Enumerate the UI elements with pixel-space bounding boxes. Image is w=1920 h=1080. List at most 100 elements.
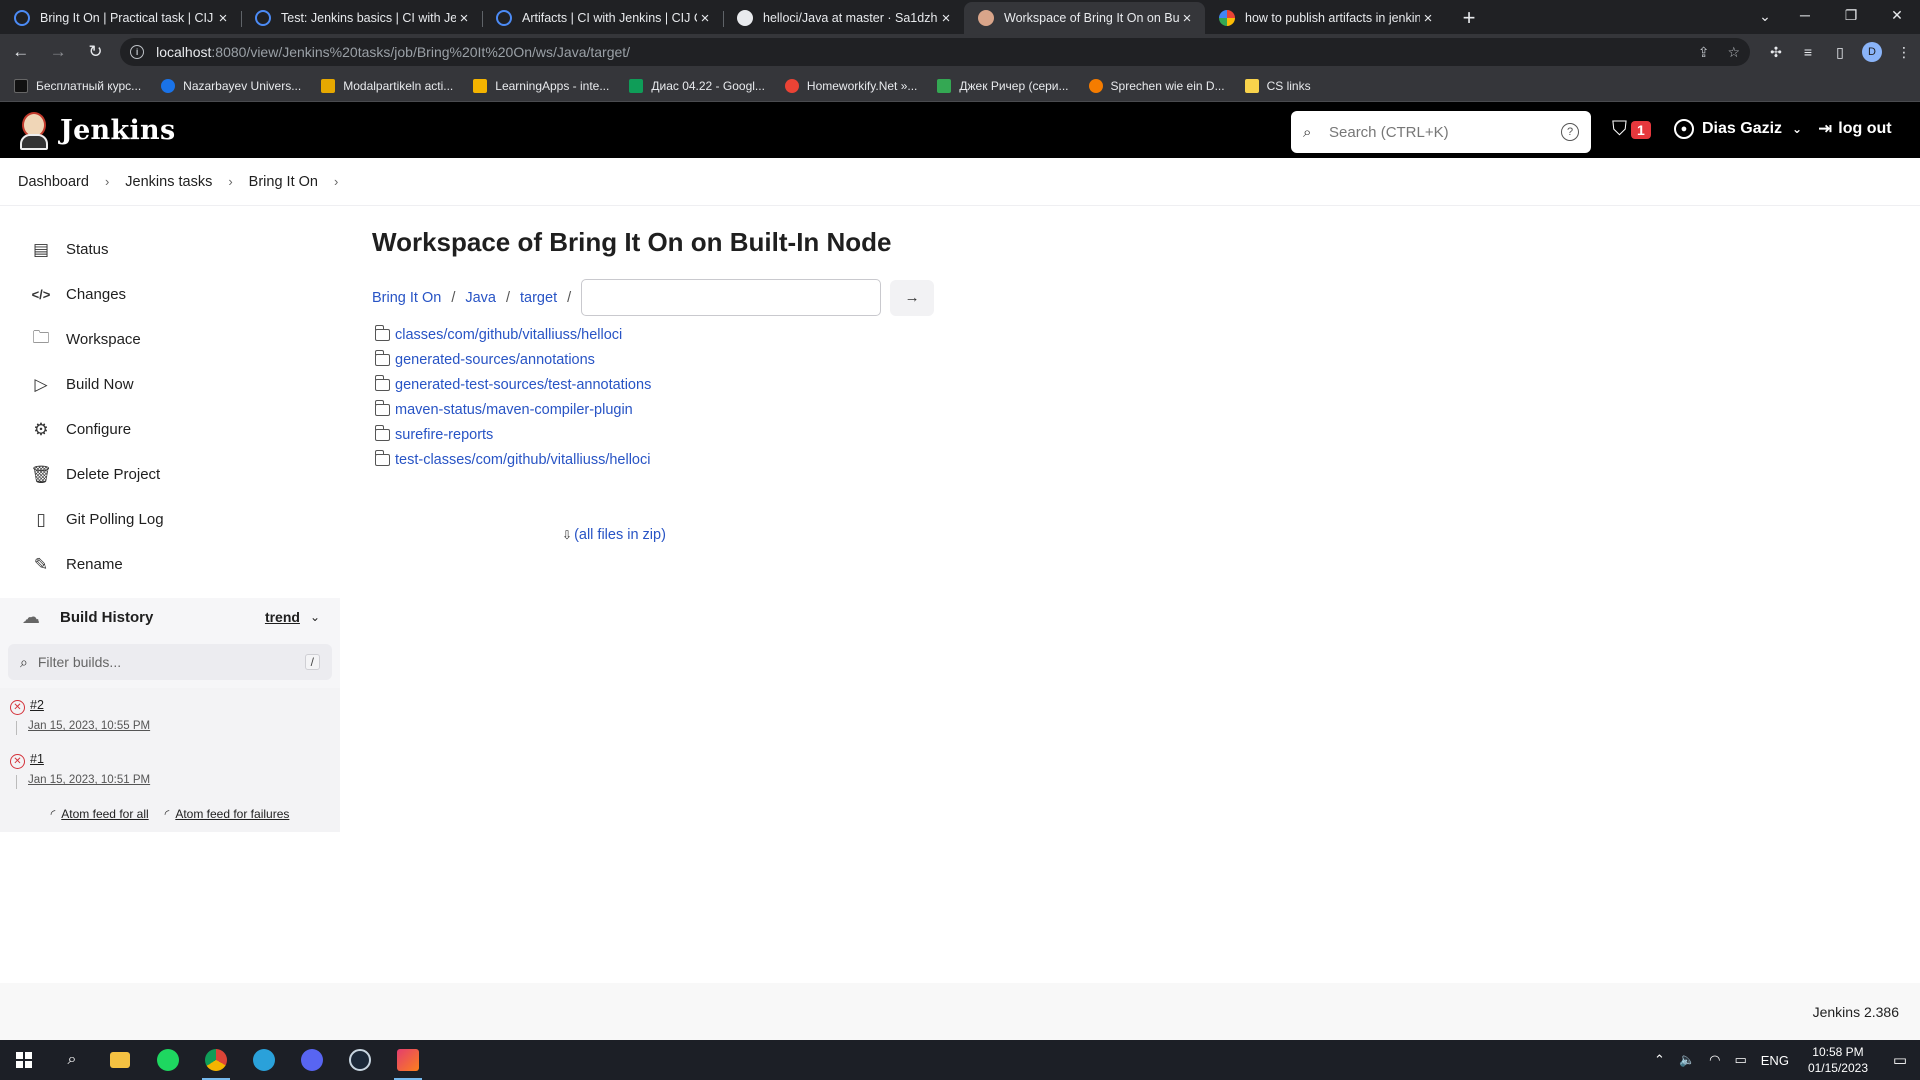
breadcrumb-bring-it-on[interactable]: Bring It On [249, 174, 318, 190]
share-icon[interactable]: ⇪ [1698, 44, 1710, 61]
sidebar-item-delete-project[interactable]: 🗑 Delete Project [30, 452, 330, 497]
close-window-icon[interactable]: ✕ [1874, 0, 1920, 30]
atom-feed-failures[interactable]: ◜ Atom feed for failures [165, 807, 290, 821]
browser-tab[interactable]: Test: Jenkins basics | CI with Jenk × [241, 2, 482, 34]
taskbar-app-spotify[interactable] [144, 1040, 192, 1080]
back-arrow-icon[interactable]: ← [4, 37, 37, 67]
bookmark-folder[interactable]: CS links [1244, 78, 1311, 93]
bookmark-item[interactable]: Бесплатный курс... [14, 78, 141, 93]
close-tab-icon[interactable]: × [456, 10, 472, 27]
search-input[interactable] [1329, 123, 1561, 141]
security-monitor[interactable]: ⛉ 1 [1612, 118, 1651, 141]
reload-icon[interactable]: ↻ [79, 37, 112, 67]
tab-search-chevron-icon[interactable]: ⌄ [1750, 4, 1780, 28]
language-indicator[interactable]: ENG [1761, 1053, 1789, 1068]
restore-icon[interactable]: ❐ [1828, 0, 1874, 30]
browser-tab[interactable]: how to publish artifacts in jenkins × [1205, 2, 1446, 34]
chevron-right-icon[interactable]: › [105, 174, 109, 189]
sidebar-item-changes[interactable]: </> Changes [30, 272, 330, 317]
extensions-puzzle-icon[interactable]: ✣ [1760, 38, 1792, 66]
profile-avatar[interactable]: D [1862, 42, 1882, 62]
path-link-bring-it-on[interactable]: Bring It On [372, 290, 441, 306]
build-date-link[interactable]: Jan 15, 2023, 10:51 PM [28, 774, 150, 786]
build-number-link[interactable]: #2 [30, 698, 44, 712]
close-tab-icon[interactable]: × [1179, 10, 1195, 27]
browser-tab[interactable]: Artifacts | CI with Jenkins | CIJ Co × [482, 2, 723, 34]
browser-tab[interactable]: helloci/Java at master · Sa1dzhan × [723, 2, 964, 34]
atom-feed-all[interactable]: ◜ Atom feed for all [51, 807, 149, 821]
go-arrow-button[interactable]: → [890, 279, 935, 316]
bookmark-star-icon[interactable]: ☆ [1727, 44, 1740, 61]
breadcrumb-dashboard[interactable]: Dashboard [18, 174, 89, 190]
close-tab-icon[interactable]: × [1420, 10, 1436, 27]
build-row[interactable]: ✕ #2 Jan 15, 2023, 10:55 PM [0, 688, 340, 742]
address-bar[interactable]: i localhost:8080/view/Jenkins%20tasks/jo… [120, 38, 1750, 66]
sidebar-item-git-polling-log[interactable]: ▯ Git Polling Log [30, 497, 330, 542]
bookmark-item[interactable]: Modalpartikeln acti... [321, 78, 453, 93]
browser-tab[interactable]: Bring It On | Practical task | CIJ Co × [0, 2, 241, 34]
sidebar-item-configure[interactable]: ⚙ Configure [30, 407, 330, 452]
build-date-link[interactable]: Jan 15, 2023, 10:55 PM [28, 720, 150, 732]
bookmark-item[interactable]: Джек Ричер (сери... [937, 78, 1069, 93]
build-number-link[interactable]: #1 [30, 752, 44, 766]
bookmark-item[interactable]: Sprechen wie ein D... [1088, 78, 1225, 93]
chevron-right-icon[interactable]: › [334, 174, 338, 189]
bookmark-item[interactable]: LearningApps - inte... [473, 78, 609, 93]
chevron-right-icon[interactable]: › [228, 174, 232, 189]
battery-icon[interactable]: ▭ [1734, 1052, 1746, 1068]
site-info-icon[interactable]: i [130, 45, 145, 59]
sidebar-item-status[interactable]: ▤ Status [30, 227, 330, 272]
directory-link[interactable]: classes/com/github/vitalliuss/helloci [395, 327, 622, 343]
user-menu[interactable]: ● Dias Gaziz ⌄ [1674, 119, 1802, 139]
wifi-icon[interactable]: ◠ [1709, 1052, 1720, 1068]
clock[interactable]: 10:58 PM 01/15/2023 [1808, 1044, 1868, 1076]
directory-link[interactable]: generated-test-sources/test-annotations [395, 377, 651, 393]
chevron-up-icon[interactable]: ⌃ [1654, 1052, 1665, 1068]
directory-link[interactable]: test-classes/com/github/vitalliuss/hello… [395, 452, 650, 468]
taskbar-app-discord[interactable] [288, 1040, 336, 1080]
sidebar-item-workspace[interactable]: 🗀 Workspace [30, 317, 330, 362]
directory-link[interactable]: generated-sources/annotations [395, 352, 595, 368]
path-pattern-input[interactable] [581, 279, 882, 316]
new-tab-button[interactable]: + [1452, 2, 1486, 34]
jenkins-version-link[interactable]: Jenkins 2.386 [1813, 1004, 1899, 1020]
taskbar-app-telegram[interactable] [240, 1040, 288, 1080]
forward-arrow-icon[interactable]: → [41, 37, 74, 67]
build-filter-input[interactable] [37, 654, 305, 670]
chevron-down-icon[interactable]: ⌄ [310, 610, 320, 624]
close-tab-icon[interactable]: × [938, 10, 954, 27]
notifications-icon[interactable]: ▭ [1880, 1051, 1920, 1069]
side-panel-icon[interactable]: ▯ [1824, 38, 1856, 66]
url-text[interactable]: localhost:8080/view/Jenkins%20tasks/job/… [156, 44, 1680, 60]
start-button[interactable] [0, 1040, 48, 1080]
jenkins-home-link[interactable]: Jenkins [18, 110, 175, 150]
breadcrumb-jenkins-tasks[interactable]: Jenkins tasks [125, 174, 212, 190]
taskbar-app-steam[interactable] [336, 1040, 384, 1080]
window-controls: ─ ❐ ✕ [1782, 0, 1920, 30]
download-zip-link[interactable]: ⇩ (all files in zip) [562, 527, 666, 543]
taskbar-app-chrome[interactable] [192, 1040, 240, 1080]
close-tab-icon[interactable]: × [215, 10, 231, 27]
more-menu-icon[interactable]: ⋮ [1888, 38, 1920, 66]
taskbar-app-intellij[interactable] [384, 1040, 432, 1080]
close-tab-icon[interactable]: × [697, 10, 713, 27]
sidebar-item-rename[interactable]: ✎ Rename [30, 542, 330, 587]
sidebar-item-build-now[interactable]: ▷ Build Now [30, 362, 330, 407]
directory-link[interactable]: surefire-reports [395, 427, 493, 443]
minimize-icon[interactable]: ─ [1782, 0, 1828, 30]
logout-link[interactable]: ⇥ log out [1818, 119, 1892, 139]
media-controls-icon[interactable]: ≡ [1792, 38, 1824, 66]
bookmark-item[interactable]: Диас 04.22 - Googl... [629, 78, 765, 93]
help-icon[interactable]: ? [1561, 123, 1579, 141]
bookmark-item[interactable]: Nazarbayev Univers... [161, 78, 301, 93]
trend-link[interactable]: trend [265, 609, 300, 625]
bookmark-item[interactable]: Homeworkify.Net »... [784, 78, 917, 93]
taskbar-app-file-explorer[interactable] [96, 1040, 144, 1080]
taskbar-search-button[interactable]: ⌕ [48, 1040, 96, 1080]
browser-tab-active[interactable]: Workspace of Bring It On on Built × [964, 2, 1205, 34]
volume-icon[interactable]: 🔈 [1679, 1052, 1695, 1068]
path-link-target[interactable]: target [520, 290, 557, 306]
path-link-java[interactable]: Java [465, 290, 496, 306]
build-row[interactable]: ✕ #1 Jan 15, 2023, 10:51 PM [0, 742, 340, 796]
directory-link[interactable]: maven-status/maven-compiler-plugin [395, 402, 633, 418]
